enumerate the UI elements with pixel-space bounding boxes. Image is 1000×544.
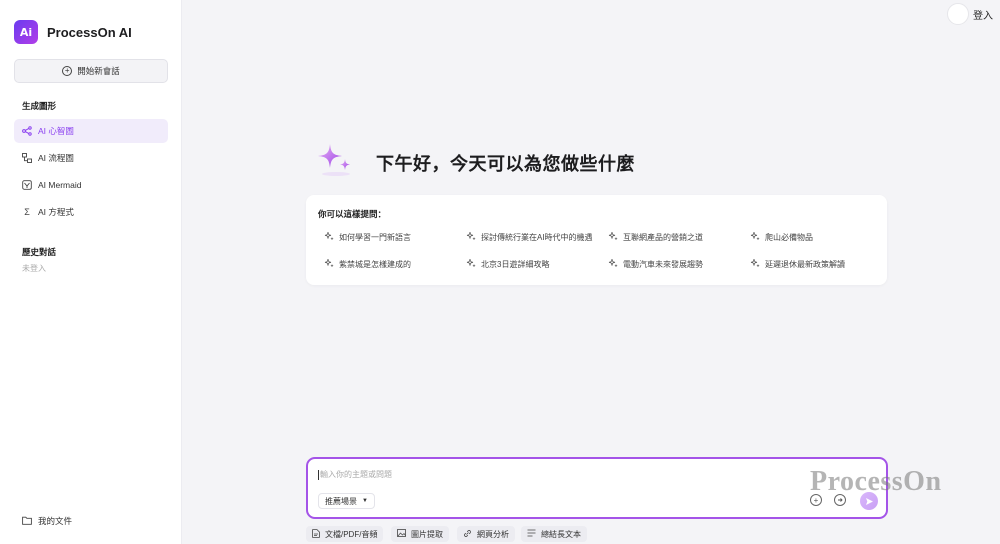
suggestion-item[interactable]: 爬山必備物品 [750, 231, 813, 243]
suggestion-label: 互聯網產品的營銷之道 [623, 232, 703, 242]
scene-label: 推薦場景 [325, 496, 357, 506]
suggestion-label: 爬山必備物品 [765, 232, 813, 242]
suggestion-label: 紫禁城是怎樣建成的 [339, 259, 411, 269]
sidebar-item-label: AI 方程式 [38, 207, 74, 217]
tool-label: 總結長文本 [541, 529, 581, 539]
recommended-scene-dropdown[interactable]: 推薦場景 ▼ [318, 493, 375, 509]
suggestion-item[interactable]: 如何學習一門新語言 [324, 231, 411, 243]
magic-sparkle-icon [750, 231, 760, 243]
history-empty-text: 未登入 [22, 264, 46, 273]
section-title-generate: 生成圖形 [22, 101, 57, 111]
suggestion-label: 探討傳統行業在AI時代中的機遇 [481, 232, 593, 242]
suggestion-item[interactable]: 互聯網產品的營銷之道 [608, 231, 703, 243]
tool-summarize[interactable]: 總結長文本 [521, 526, 587, 542]
magic-sparkle-icon [324, 258, 334, 270]
login-button[interactable]: 登入 [947, 3, 993, 25]
magic-sparkle-icon [466, 258, 476, 270]
my-files-label: 我的文件 [38, 516, 73, 526]
magic-sparkle-icon [466, 231, 476, 243]
image-icon [397, 529, 406, 539]
section-title-history: 歷史對話 [22, 247, 57, 257]
plus-circle-icon: + [62, 66, 73, 76]
suggestion-item[interactable]: 延遲退休最新政策解讀 [750, 258, 845, 270]
suggestion-item[interactable]: 北京3日遊詳細攻略 [466, 258, 549, 270]
prompt-input-box[interactable]: 輸入你的主題或問題 推薦場景 ▼ + [306, 457, 888, 519]
formula-icon: Σ [24, 207, 30, 217]
new-chat-label: 開始新會話 [77, 66, 120, 76]
suggestions-title: 你可以這樣提問： [318, 209, 387, 219]
magic-sparkle-icon [324, 231, 334, 243]
greeting-title: 下午好，今天可以為您做些什麼 [376, 153, 635, 174]
magic-sparkle-icon [750, 258, 760, 270]
sidebar-item-flowchart[interactable]: AI 流程圖 [14, 146, 168, 170]
suggestion-label: 如何學習一門新語言 [339, 232, 411, 242]
tool-label: 網頁分析 [477, 529, 509, 539]
my-files-link[interactable]: 我的文件 [22, 515, 72, 527]
suggestion-label: 延遲退休最新政策解讀 [765, 259, 845, 269]
login-label: 登入 [973, 10, 993, 22]
tool-image[interactable]: 圖片提取 [391, 526, 449, 542]
tool-document[interactable]: 文檔/PDF/音頻 [306, 526, 384, 542]
prompt-input[interactable]: 輸入你的主題或問題 [318, 469, 392, 480]
brand-logo: Ai [14, 20, 38, 44]
greeting: 下午好，今天可以為您做些什麼 [314, 140, 635, 185]
tool-webpage[interactable]: 網頁分析 [457, 526, 515, 542]
link-icon [463, 529, 472, 540]
sidebar: Ai ProcessOn AI + 開始新會話 生成圖形 AI 心智圖 AI 流… [0, 0, 182, 544]
brand[interactable]: Ai ProcessOn AI [14, 20, 132, 44]
sidebar-item-label: AI 心智圖 [38, 126, 74, 136]
suggestion-label: 北京3日遊詳細攻略 [481, 259, 550, 269]
caret-down-icon: ▼ [362, 498, 368, 504]
sidebar-item-label: AI Mermaid [38, 180, 82, 190]
suggestion-label: 電動汽車未來發展趨勢 [623, 259, 703, 269]
text-caret [318, 469, 319, 480]
flowchart-icon [22, 153, 32, 163]
magic-sparkle-icon [608, 258, 618, 270]
sidebar-item-formula[interactable]: Σ AI 方程式 [14, 200, 168, 224]
suggestion-item[interactable]: 探討傳統行業在AI時代中的機遇 [466, 231, 593, 243]
suggestion-item[interactable]: 電動汽車未來發展趨勢 [608, 258, 703, 270]
folder-icon [22, 516, 32, 527]
sidebar-item-mindmap[interactable]: AI 心智圖 [14, 119, 168, 143]
suggestions-card: 你可以這樣提問： 如何學習一門新語言 探討傳統行業在AI時代中的機遇 互聯網產品… [306, 195, 887, 285]
text-icon [527, 529, 536, 539]
new-chat-button[interactable]: + 開始新會話 [14, 59, 168, 83]
tool-label: 文檔/PDF/音頻 [325, 529, 378, 539]
prompt-placeholder: 輸入你的主題或問題 [320, 470, 392, 479]
document-icon [312, 528, 320, 540]
mindmap-icon [22, 126, 32, 136]
sparkle-icon [314, 140, 354, 185]
mermaid-icon [22, 180, 32, 190]
avatar [947, 3, 969, 25]
suggestion-item[interactable]: 紫禁城是怎樣建成的 [324, 258, 411, 270]
processon-watermark: ProcessOn [810, 466, 942, 497]
tool-label: 圖片提取 [411, 529, 443, 539]
sidebar-item-mermaid[interactable]: AI Mermaid [14, 173, 168, 197]
brand-name: ProcessOn AI [47, 24, 132, 40]
magic-sparkle-icon [608, 231, 618, 243]
sidebar-item-label: AI 流程圖 [38, 153, 74, 163]
